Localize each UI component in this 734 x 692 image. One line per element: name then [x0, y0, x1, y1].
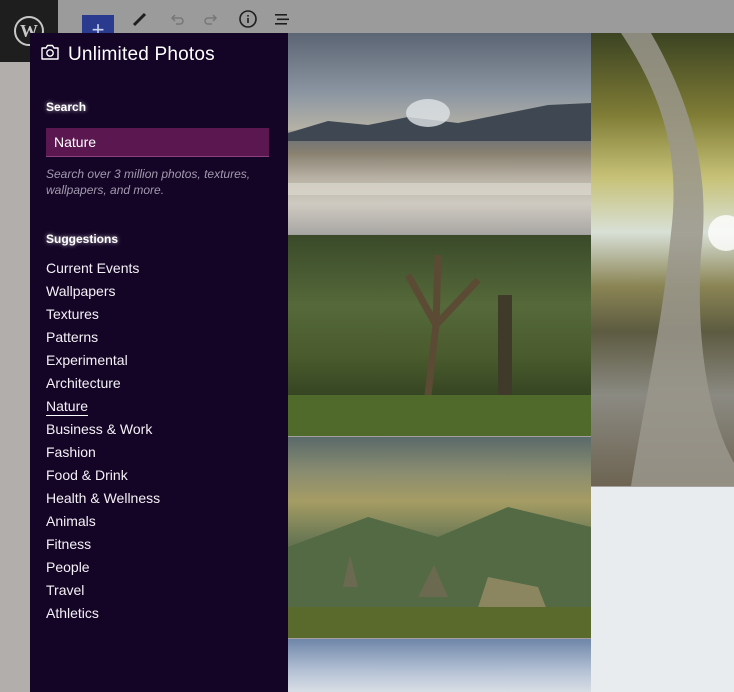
suggestion-label: People	[46, 559, 90, 575]
search-help-text: Search over 3 million photos, textures, …	[46, 167, 251, 197]
suggestion-label: Patterns	[46, 329, 99, 345]
suggestion-label: Fitness	[46, 536, 92, 552]
info-icon[interactable]	[238, 9, 258, 29]
suggestion-item[interactable]: Current Events	[46, 260, 160, 283]
photo-forest-tree[interactable]	[288, 235, 591, 436]
suggestion-item[interactable]: Athletics	[46, 605, 160, 628]
suggestion-item[interactable]: People	[46, 559, 160, 582]
photo-sky-clouds[interactable]	[288, 639, 591, 692]
suggestion-item[interactable]: Wallpapers	[46, 283, 160, 306]
suggestion-item[interactable]: Travel	[46, 582, 160, 605]
suggestion-item[interactable]: Textures	[46, 306, 160, 329]
list-view-icon[interactable]	[272, 9, 292, 29]
suggestion-label: Nature	[46, 398, 89, 416]
app-title: Unlimited Photos	[68, 43, 215, 65]
suggestion-label: Experimental	[46, 352, 128, 368]
suggestions-list: Current Events Wallpapers Textures Patterns…	[46, 260, 160, 628]
suggestion-item[interactable]: Patterns	[46, 329, 160, 352]
suggestion-label: Travel	[46, 582, 85, 598]
suggestion-item[interactable]: Business & Work	[46, 421, 160, 444]
suggestion-label: Athletics	[46, 605, 99, 621]
suggestion-item[interactable]: Animals	[46, 513, 160, 536]
suggestion-item[interactable]: Experimental	[46, 352, 160, 375]
editor-toolbar	[58, 0, 734, 34]
redo-icon[interactable]	[202, 9, 222, 29]
photos-sidebar: Unlimited Photos Search Search over 3 mi…	[30, 33, 288, 692]
suggestion-item[interactable]: Nature	[46, 398, 160, 421]
suggestion-label: Wallpapers	[46, 283, 116, 299]
suggestion-item[interactable]: Food & Drink	[46, 467, 160, 490]
suggestion-label: Health & Wellness	[46, 490, 161, 506]
suggestion-label: Fashion	[46, 444, 96, 460]
photo-geothermal-landscape[interactable]	[288, 33, 591, 234]
suggestion-label: Current Events	[46, 260, 140, 276]
photo-mountain-valley[interactable]	[288, 437, 591, 638]
suggestion-label: Business & Work	[46, 421, 153, 437]
suggestion-item[interactable]: Fitness	[46, 536, 160, 559]
suggestion-label: Architecture	[46, 375, 121, 391]
search-input[interactable]	[46, 128, 269, 157]
suggestion-label: Animals	[46, 513, 96, 529]
undo-icon[interactable]	[166, 9, 186, 29]
suggestion-item[interactable]: Health & Wellness	[46, 490, 160, 513]
editor-left-area	[0, 62, 30, 692]
photo-giant-tree[interactable]	[591, 33, 734, 486]
photo-white[interactable]	[591, 487, 734, 692]
sidebar-header: Unlimited Photos	[40, 43, 215, 66]
suggestion-label: Textures	[46, 306, 99, 322]
search-label: Search	[46, 100, 87, 114]
camera-icon	[40, 43, 60, 66]
pen-icon[interactable]	[130, 9, 150, 29]
suggestion-item[interactable]: Fashion	[46, 444, 160, 467]
suggestion-item[interactable]: Architecture	[46, 375, 160, 398]
suggestions-label: Suggestions	[46, 232, 119, 246]
suggestion-label: Food & Drink	[46, 467, 128, 483]
